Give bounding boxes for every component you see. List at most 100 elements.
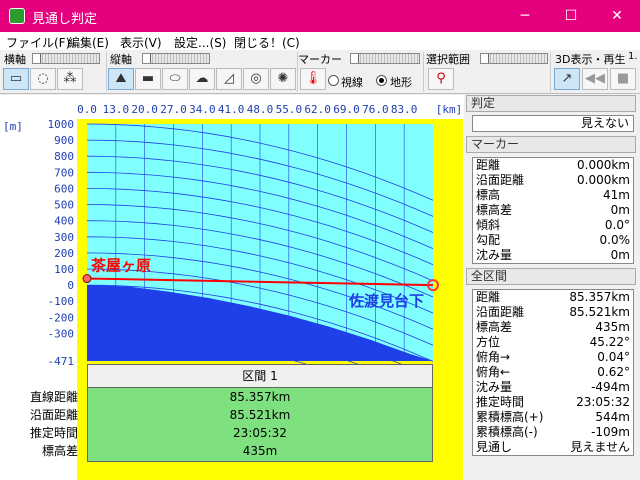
radio-terrain-label: 地形	[390, 76, 412, 89]
x-tick-label: 83.0	[391, 103, 418, 116]
circle-zoom-button[interactable]: ◌	[30, 68, 56, 90]
slider-thumb[interactable]	[143, 54, 151, 63]
marker-row: 勾配 0.0%	[473, 233, 633, 248]
section-value-surface: 85.521km	[229, 408, 291, 422]
dot-circle-button[interactable]: ◎	[243, 68, 269, 90]
slope-button[interactable]: ◿	[216, 68, 242, 90]
y-tick-label: -200	[48, 311, 75, 324]
x-tick-label: 27.0	[160, 103, 187, 116]
marker-slider[interactable]	[350, 53, 420, 64]
marker-key: 沈み量	[476, 248, 513, 262]
display3d-label: 3D表示・再生	[555, 53, 626, 66]
all-section-value: 0.62°	[597, 365, 630, 379]
all-section-key: 沈み量	[476, 380, 513, 394]
marker-label: マーカー	[298, 53, 342, 66]
y-tick-label: -300	[48, 327, 75, 340]
marker-row: 距離 0.000km	[473, 158, 633, 173]
range-slider[interactable]	[480, 53, 548, 64]
start-label: 茶屋ヶ原	[91, 257, 151, 275]
all-section-row: 俯角→ 0.04°	[473, 350, 633, 365]
info-panel: 判定 見えない マーカー 距離 0.000km 沿面距離 0.000km 標高 41m 標高…	[464, 95, 640, 480]
marker-value: 0.0%	[599, 233, 631, 247]
marker-key: 標高差	[476, 203, 513, 217]
maximize-button[interactable]: ☐	[548, 0, 594, 32]
radio-line-label: 視線	[341, 76, 363, 89]
menu-edit[interactable]: 編集(E)	[68, 34, 109, 51]
slider-thumb[interactable]	[481, 54, 489, 63]
judge-value: 見えない	[472, 115, 634, 132]
all-section-key: 推定時間	[476, 395, 525, 409]
all-section-key: 累積標高(+)	[476, 410, 544, 424]
marker-row: 沈み量 0m	[473, 248, 633, 263]
all-section-row: 方位 45.22°	[473, 335, 633, 350]
cloud-button[interactable]: ☁	[189, 68, 215, 90]
all-section-key: 沿面距離	[476, 305, 525, 319]
y-tick-label: 600	[54, 182, 74, 195]
x-tick-label: 48.0	[247, 103, 274, 116]
section-label-direct: 直線距離	[29, 390, 78, 404]
menu-view[interactable]: 表示(V)	[120, 34, 162, 51]
section-value-elev: 435m	[242, 444, 278, 458]
toolbar: 横軸 ▭ ◌ ⁂ 縦軸 ⛰ ▬ ⬭ ☁ ◿ ◎ ✺ マーカー 🌡 視線 地形 選…	[0, 50, 640, 94]
all-section-row: 標高差 435m	[473, 320, 633, 335]
x-tick-label: 76.0	[362, 103, 389, 116]
section-panel: 区間 1 85.357km 85.521km 23:05:32 435m	[87, 364, 433, 462]
x-tick-label: 55.0	[276, 103, 303, 116]
separator	[550, 52, 551, 92]
all-section-row: 沿面距離 85.521km	[473, 305, 633, 320]
marker-row: 標高 41m	[473, 188, 633, 203]
marker-value: 0m	[610, 248, 630, 262]
all-section-row: 累積標高(+) 544m	[473, 410, 633, 425]
end-label: 佐渡見台下	[348, 292, 424, 310]
x-tick-label: 20.0	[131, 103, 158, 116]
y-tick-label: 200	[54, 247, 74, 260]
marker-value: 0.0°	[604, 218, 630, 232]
all-section-value: 23:05:32	[576, 395, 630, 409]
radio-terrain[interactable]	[376, 75, 387, 86]
all-section-key: 標高差	[476, 320, 513, 334]
marker-value: 0.000km	[577, 158, 630, 172]
spark-button[interactable]: ✺	[270, 68, 296, 90]
all-section-row: 沈み量 -494m	[473, 380, 633, 395]
x-tick-label: 69.0	[333, 103, 360, 116]
slider-thumb[interactable]	[351, 54, 359, 63]
all-section-value: 45.22°	[589, 335, 630, 349]
marker-key: 距離	[476, 158, 501, 172]
x-tick-label: 13.0	[103, 103, 130, 116]
all-section-value: -109m	[591, 425, 630, 439]
menu-close[interactable]: 閉じる！(C)	[234, 34, 300, 51]
yoko-label: 横軸	[4, 53, 26, 66]
sparkle-zoom-button[interactable]: ⁂	[57, 68, 83, 90]
mountain-button[interactable]: ⛰	[108, 68, 134, 90]
marker-row: 沿面距離 0.000km	[473, 173, 633, 188]
section-value-direct: 85.357km	[229, 390, 291, 404]
all-section-value: 見えません	[570, 440, 630, 454]
yoko-slider[interactable]	[32, 53, 100, 64]
stop-icon[interactable]: ■	[610, 68, 636, 90]
menu-settings[interactable]: 設定...(S)	[174, 34, 226, 51]
all-section-key: 累積標高(-)	[476, 425, 538, 439]
marker-key: 沿面距離	[476, 173, 525, 187]
marker-value: 41m	[603, 188, 630, 202]
range-marker-icon[interactable]: ⚲	[428, 68, 454, 90]
marker-table: 距離 0.000km 沿面距離 0.000km 標高 41m 標高差 0m 傾斜 0.0° 勾配 0.…	[472, 157, 634, 264]
rewind-icon[interactable]: ◀◀	[582, 68, 608, 90]
close-button[interactable]: ✕	[594, 0, 640, 32]
flat-button[interactable]: ▬	[135, 68, 161, 90]
minimize-button[interactable]: ─	[502, 0, 548, 32]
x-tick-label: 62.0	[304, 103, 331, 116]
ellipse-button[interactable]: ⬭	[162, 68, 188, 90]
slider-thumb[interactable]	[33, 54, 41, 63]
3d-view-icon[interactable]: ↗	[554, 68, 580, 90]
all-section-key: 俯角→	[476, 350, 511, 364]
y-tick-label: 300	[54, 231, 74, 244]
all-section-key: 見通し	[476, 440, 513, 454]
thermometer-icon[interactable]: 🌡	[300, 68, 326, 90]
section-header[interactable]: 区間 1	[88, 365, 432, 388]
all-section-title: 全区間	[466, 268, 636, 285]
tate-slider[interactable]	[142, 53, 210, 64]
menu-file[interactable]: ファイル(F)	[6, 34, 70, 51]
flat-axis-button[interactable]: ▭	[3, 68, 29, 90]
menu-bar: ファイル(F) 編集(E) 表示(V) 設定...(S) 閉じる！(C)	[0, 32, 640, 50]
radio-line[interactable]	[328, 75, 339, 86]
